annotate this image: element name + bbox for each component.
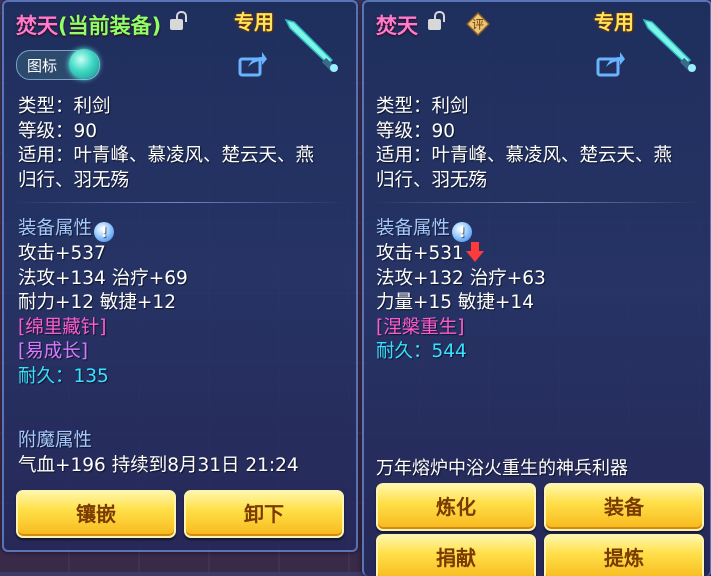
divider (14, 202, 344, 203)
exclusive-label: 专用 (234, 10, 274, 34)
info-icon[interactable]: ! (94, 222, 115, 242)
unlock-icon[interactable] (170, 11, 187, 30)
durability-line: 耐久：135 (18, 365, 109, 387)
sword-icon (284, 18, 338, 73)
item-name: 焚天 (376, 14, 418, 38)
stats-line-2: 法攻+134 治疗+69 (18, 267, 188, 289)
info-icon[interactable]: ! (452, 222, 473, 242)
donate-button[interactable]: 捐献 (376, 534, 536, 576)
enchant-block: 附魔属性 气血+196 持续到8月31日 21:24 (18, 429, 299, 478)
icon-toggle-label: 图标 (27, 57, 58, 75)
exclusive-label: 专用 (594, 10, 634, 34)
share-icon[interactable] (238, 51, 268, 77)
attr-section-heading: 装备属性! (376, 217, 546, 242)
unlock-icon[interactable] (428, 11, 445, 30)
toggle-knob-icon (69, 49, 99, 79)
inlay-button[interactable]: 镶嵌 (16, 490, 176, 538)
stats-line-2: 法攻+132 治疗+63 (376, 267, 546, 289)
applicable-line-2: 归行、羽无殇 (376, 169, 488, 191)
share-icon[interactable] (596, 51, 626, 77)
unequip-button[interactable]: 卸下 (184, 490, 344, 538)
level-line: 等级：90 (376, 120, 456, 142)
enchant-section-heading: 附魔属性 (18, 430, 93, 451)
sword-icon (642, 18, 696, 73)
stats-line-3: 力量+15 敏捷+14 (376, 292, 534, 313)
divider (374, 202, 700, 203)
type-line: 类型：利剑 (376, 96, 469, 117)
equipped-tag: (当前装备) (58, 14, 162, 38)
type-line: 类型：利剑 (18, 96, 111, 117)
stats-line-3: 耐力+12 敏捷+12 (18, 292, 176, 313)
item-name: 焚天 (16, 14, 58, 38)
item-title: 焚天(当前装备) (16, 10, 161, 40)
rate-icon[interactable]: 评 (466, 12, 490, 36)
item-details: 类型：利剑 等级：90 适用：叶青峰、慕凌风、楚云天、燕 归行、羽无殇 (18, 95, 314, 193)
skill-1: [绵里藏针] (18, 316, 107, 338)
attributes: 装备属性! 攻击+531 法攻+132 治疗+63 力量+15 敏捷+14 [涅… (376, 217, 546, 365)
applicable-line-2: 归行、羽无殇 (18, 169, 130, 191)
down-arrow-icon (465, 242, 484, 262)
item-description: 万年熔炉中浴火重生的神兵利器 (376, 458, 628, 479)
durability-line: 耐久：544 (376, 341, 467, 362)
refine-button[interactable]: 炼化 (376, 483, 536, 531)
applicable-line-1: 适用：叶青峰、慕凌风、楚云天、燕 (18, 145, 315, 166)
extract-button[interactable]: 提炼 (544, 534, 704, 576)
attr-section-heading: 装备属性! (18, 217, 188, 242)
attack-line: 攻击+531 (376, 242, 546, 267)
rate-label: 评 (472, 18, 484, 32)
attack-line: 攻击+537 (18, 243, 106, 264)
enchant-line: 气血+196 持续到8月31日 21:24 (18, 454, 299, 476)
applicable-line-1: 适用：叶青峰、慕凌风、楚云天、燕 (376, 145, 673, 166)
compare-item-tooltip: 焚天 评 专用 类型：利剑 等级：90 适用：叶青峰、慕凌风、楚云天、燕 归行、… (362, 0, 711, 576)
icon-toggle[interactable]: 图标 (16, 49, 100, 80)
level-line: 等级：90 (18, 120, 98, 142)
skill-1: [涅槃重生] (376, 316, 465, 338)
equipped-item-tooltip: 焚天(当前装备) 专用 图标 类型：利剑 等级：90 适用：叶青峰、慕凌风、楚云… (2, 0, 358, 552)
item-details: 类型：利剑 等级：90 适用：叶青峰、慕凌风、楚云天、燕 归行、羽无殇 (376, 95, 672, 193)
equip-button[interactable]: 装备 (544, 483, 704, 531)
item-title: 焚天 (376, 10, 418, 40)
attributes: 装备属性! 攻击+537 法攻+134 治疗+69 耐力+12 敏捷+12 [绵… (18, 217, 188, 389)
skill-2: [易成长] (18, 341, 88, 362)
